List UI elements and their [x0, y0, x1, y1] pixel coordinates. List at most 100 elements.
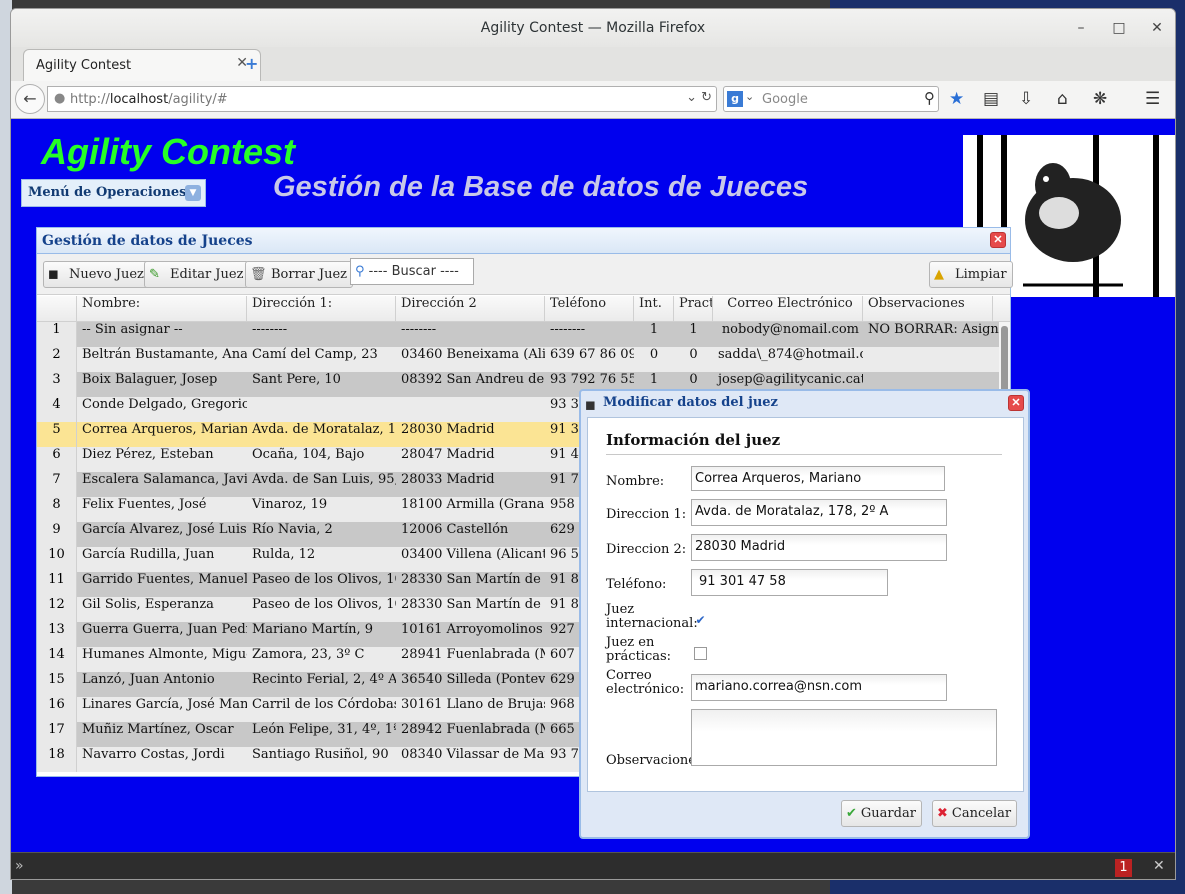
column-header[interactable]: Nombre:: [77, 296, 247, 322]
table-cell-dir1: León Felipe, 31, 4º, 1ª: [252, 722, 396, 737]
form-section-title: Información del juez: [606, 431, 781, 449]
magnifier-icon: ⚲: [355, 264, 365, 279]
practice-checkbox[interactable]: [694, 647, 707, 660]
table-cell-int: 1: [649, 322, 659, 337]
chevron-down-icon[interactable]: ⌄: [745, 90, 754, 103]
bottom-bar-close-icon[interactable]: ✕: [1153, 858, 1165, 874]
international-label-line1: Juez: [606, 602, 635, 617]
notification-badge[interactable]: 1: [1115, 859, 1132, 877]
double-chevron-icon[interactable]: »: [15, 858, 24, 874]
operations-menu-button[interactable]: Menú de Operaciones ▼: [21, 179, 206, 207]
address1-field[interactable]: Avda. de Moratalaz, 178, 2º A: [691, 499, 947, 526]
table-cell-dir2: 03400 Villena (Alicante: [401, 547, 545, 562]
phone-field[interactable]: 91 301 47 58: [691, 569, 888, 596]
delete-judge-button[interactable]: 🗑 Borrar Juez: [245, 261, 354, 288]
window-titlebar: Agility Contest — Mozilla Firefox – □ ✕: [11, 9, 1175, 47]
address2-label: Direccion 2:: [606, 542, 687, 557]
table-cell-dir1: Avda. de San Luis, 95, 1: [252, 472, 396, 487]
column-header[interactable]: Observaciones: [863, 296, 993, 322]
bookmark-star-icon[interactable]: ★: [949, 89, 964, 109]
table-cell-dir2: 10161 Arroyomolinos (: [401, 622, 545, 637]
table-cell-dir1: --------: [252, 322, 288, 337]
table-cell-correo: sadda\_874@hotmail.co: [718, 347, 863, 362]
navigation-toolbar: ← ● http://localhost/agility/# ⌄ ↻ g ⌄ G…: [11, 81, 1175, 119]
table-cell-nombre: Gil Solis, Esperanza: [82, 597, 214, 612]
edit-judge-button[interactable]: ✎ Editar Juez: [144, 261, 250, 288]
google-icon[interactable]: g: [727, 91, 743, 107]
column-header[interactable]: Dirección 1:: [247, 296, 396, 322]
column-header[interactable]: Int.: [634, 296, 674, 322]
back-button[interactable]: ←: [15, 84, 45, 114]
cancel-label: Cancelar: [951, 806, 1012, 821]
table-cell-int: 0: [649, 347, 659, 362]
table-cell-dir2: 08392 San Andreu de l: [401, 372, 545, 387]
table-cell-dir2: 28941 Fuenlabrada (M: [401, 647, 545, 662]
international-label: Juez internacional:: [606, 603, 698, 631]
row-number: 3: [37, 372, 77, 397]
email-field[interactable]: mariano.correa@nsn.com: [691, 674, 947, 701]
browser-tab[interactable]: Agility Contest ✕: [23, 49, 261, 81]
column-header[interactable]: Teléfono: [545, 296, 634, 322]
column-header[interactable]: Correo Electrónico: [713, 296, 863, 322]
row-number: 17: [37, 722, 77, 747]
table-cell-dir1: Mariano Martín, 9: [252, 622, 374, 637]
url-bar[interactable]: ● http://localhost/agility/# ⌄ ↻: [47, 86, 717, 112]
table-cell-pract: 1: [689, 322, 698, 337]
table-cell-dir2: --------: [401, 322, 437, 337]
close-window-icon[interactable]: ✕: [1142, 9, 1172, 47]
table-cell-nombre: Garrido Fuentes, Manuel: [82, 572, 247, 587]
new-judge-button[interactable]: ◼ Nuevo Juez: [43, 261, 150, 288]
minimize-icon[interactable]: –: [1066, 9, 1096, 47]
dialog-close-icon[interactable]: ✕: [1008, 395, 1024, 411]
judge-form: Información del juez Nombre: Correa Arqu…: [587, 417, 1024, 792]
table-cell-dir2: 36540 Silleda (Ponteve: [401, 672, 545, 687]
address2-field[interactable]: 28030 Madrid: [691, 534, 947, 561]
table-cell-nombre: Boix Balaguer, Josep: [82, 372, 218, 387]
table-cell-nombre: Guerra Guerra, Juan Pedro: [82, 622, 247, 637]
window-title: Agility Contest — Mozilla Firefox: [480, 20, 706, 36]
app-title: Agility Contest: [41, 131, 296, 172]
table-cell-nombre: Navarro Costas, Jordi: [82, 747, 225, 762]
email-label-line1: Correo: [606, 668, 652, 683]
column-header[interactable]: Pract.: [674, 296, 713, 322]
table-cell-dir1: Paseo de los Olivos, 10: [252, 572, 396, 587]
name-field[interactable]: Correa Arqueros, Mariano: [691, 466, 945, 491]
row-number: 18: [37, 747, 77, 772]
home-icon[interactable]: ⌂: [1057, 89, 1068, 109]
reload-icon[interactable]: ⌄ ↻: [686, 90, 712, 105]
row-number: 1: [37, 322, 77, 347]
clear-button[interactable]: ▲ Limpiar: [929, 261, 1013, 288]
globe-icon: ●: [54, 91, 66, 106]
table-cell-dir2: 28030 Madrid: [401, 422, 495, 437]
table-cell-correo: nobody@nomail.com: [721, 322, 859, 337]
save-label: Guardar: [860, 806, 916, 821]
column-header[interactable]: Dirección 2: [396, 296, 545, 322]
panel-close-icon[interactable]: ✕: [990, 232, 1006, 248]
download-icon[interactable]: ⇩: [1019, 89, 1033, 109]
url-scheme: http://: [70, 92, 110, 107]
search-bar[interactable]: g ⌄ Google ⚲: [723, 86, 939, 112]
search-field[interactable]: ⚲ ---- Buscar ----: [350, 258, 474, 285]
row-number: 16: [37, 697, 77, 722]
table-cell-nombre: Escalera Salamanca, Javier: [82, 472, 247, 487]
table-row[interactable]: 2 Beltrán Bustamante, Ana Camí del Camp, 2…: [37, 347, 999, 372]
international-label-line2: internacional:: [606, 616, 698, 631]
hamburger-menu-icon[interactable]: ☰: [1145, 89, 1160, 109]
table-cell-dir2: 12006 Castellón: [401, 522, 509, 537]
reading-list-icon[interactable]: ▤: [983, 89, 999, 109]
international-checkbox[interactable]: ✔: [694, 614, 707, 628]
search-icon[interactable]: ⚲: [924, 89, 935, 107]
row-number: 12: [37, 597, 77, 622]
observations-field[interactable]: [691, 709, 997, 766]
table-cell-dir1: Zamora, 23, 3º C: [252, 647, 365, 662]
dialog-header[interactable]: ◼ Modificar datos del juez ✕: [581, 391, 1028, 415]
search-placeholder: Google: [762, 92, 808, 107]
table-row[interactable]: 1 -- Sin asignar -- -------- -------- ------…: [37, 322, 999, 347]
maximize-icon[interactable]: □: [1104, 9, 1134, 47]
new-tab-icon[interactable]: +: [245, 54, 258, 73]
save-button[interactable]: ✔ Guardar: [841, 800, 922, 827]
addon-icon[interactable]: ❋: [1093, 89, 1107, 109]
practice-label-line1: Juez en: [606, 635, 655, 650]
cancel-button[interactable]: ✖ Cancelar: [932, 800, 1018, 827]
observations-label: Observaciones: [606, 753, 703, 768]
